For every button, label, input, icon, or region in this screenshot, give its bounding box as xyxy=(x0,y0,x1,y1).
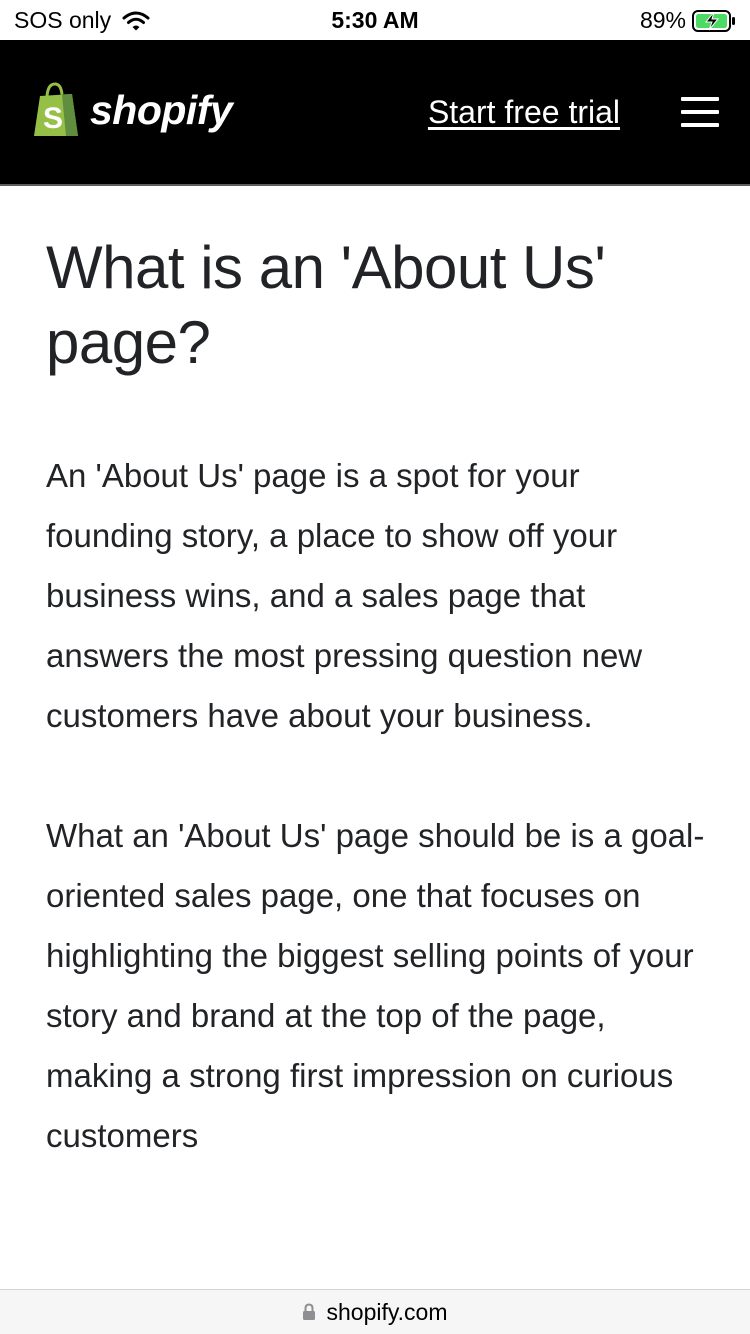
clock: 5:30 AM xyxy=(331,7,419,33)
status-bar: SOS only 5:30 AM 89% xyxy=(0,0,750,40)
battery-percent: 89% xyxy=(639,7,686,33)
battery-charging-icon xyxy=(692,9,735,32)
hamburger-menu-icon[interactable] xyxy=(681,97,719,127)
brand-name: shopify xyxy=(90,86,233,133)
url-text: shopify.com xyxy=(326,1298,448,1325)
article-paragraph: What an 'About Us' page should be is a g… xyxy=(46,817,705,1154)
article-paragraph: An 'About Us' page is a spot for your fo… xyxy=(46,457,643,734)
status-right: 89% xyxy=(640,7,736,34)
site-header: S shopify Start free trial xyxy=(0,40,750,186)
page-title: What is an 'About Us' page? xyxy=(46,234,606,376)
shopify-logo[interactable]: S shopify xyxy=(32,82,233,138)
start-free-trial-link[interactable]: Start free trial xyxy=(428,94,620,131)
shopify-bag-icon: S xyxy=(34,82,78,136)
lock-icon xyxy=(303,1303,316,1320)
svg-text:S: S xyxy=(43,102,63,135)
article-content: What is an 'About Us' page? An 'About Us… xyxy=(46,230,706,1166)
browser-url-bar[interactable]: shopify.com xyxy=(0,1289,750,1334)
